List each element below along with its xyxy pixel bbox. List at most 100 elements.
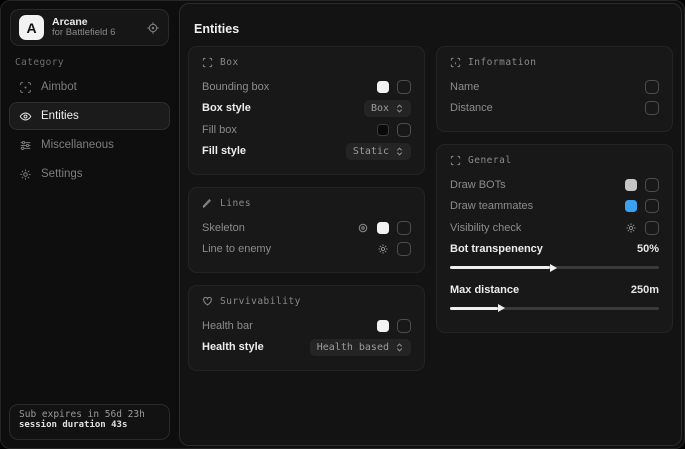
row-line-to-enemy: Line to enemy (202, 239, 411, 261)
panel-header: Information (468, 57, 536, 68)
page-title: Entities (194, 22, 239, 36)
row-label: Box style (202, 102, 251, 114)
row-fill-style: Fill style Static (202, 141, 411, 163)
health-bar-checkbox[interactable] (397, 319, 411, 333)
app-window: A Arcane for Battlefield 6 Category (0, 0, 685, 449)
subscription-info-card: Sub expires in 56d 23h session duration … (9, 404, 170, 440)
sidebar-item-miscellaneous[interactable]: Miscellaneous (9, 131, 170, 159)
crosshair-icon (19, 81, 32, 94)
row-bounding-box: Bounding box (202, 76, 411, 98)
category-label: Category (15, 57, 64, 68)
row-label: Line to enemy (202, 243, 271, 255)
row-label: Fill box (202, 124, 237, 136)
line-to-enemy-checkbox[interactable] (397, 242, 411, 256)
chevrons-up-down-icon (395, 343, 404, 352)
app-logo: A (19, 15, 44, 40)
row-label: Draw BOTs (450, 179, 506, 191)
panel-header: Box (220, 57, 239, 68)
main-panel: Entities Box Bounding box (179, 3, 682, 446)
eye-icon (19, 110, 32, 123)
row-bot-transparency: Bot transpenency 50% (450, 239, 659, 261)
sidebar-item-settings[interactable]: Settings (9, 160, 170, 188)
row-label: Bot transpenency (450, 243, 543, 255)
info-brackets-icon (450, 57, 461, 68)
row-visibility-check: Visibility check (450, 217, 659, 239)
skeleton-checkbox[interactable] (397, 221, 411, 235)
corner-brackets-icon (202, 57, 213, 68)
heart-icon (202, 296, 213, 307)
sidebar-item-entities[interactable]: Entities (9, 102, 170, 130)
sidebar-nav: Aimbot Entities (9, 73, 170, 189)
distance-checkbox[interactable] (645, 101, 659, 115)
panel-header: Survivability (220, 296, 301, 307)
visibility-check-checkbox[interactable] (645, 221, 659, 235)
fill-style-select[interactable]: Static (346, 143, 411, 160)
app-subtitle: for Battlefield 6 (52, 28, 138, 39)
draw-bots-checkbox[interactable] (645, 178, 659, 192)
lines-panel: Lines Skeleton Line to (188, 187, 425, 273)
sidebar-item-aimbot[interactable]: Aimbot (9, 73, 170, 101)
sidebar-item-label: Entities (41, 110, 79, 122)
row-label: Skeleton (202, 222, 245, 234)
session-duration-text: session duration 43s (19, 420, 160, 430)
chevrons-up-down-icon (395, 104, 404, 113)
slider-thumb[interactable] (550, 264, 557, 272)
row-label: Draw teammates (450, 200, 533, 212)
target-settings-icon[interactable] (357, 222, 369, 234)
pencil-line-icon (202, 198, 213, 209)
sidebar: A Arcane for Battlefield 6 Category (1, 1, 178, 448)
row-draw-teammates: Draw teammates (450, 196, 659, 218)
box-style-select[interactable]: Box (364, 100, 411, 117)
row-health-bar: Health bar (202, 315, 411, 337)
select-value: Box (371, 103, 389, 114)
row-draw-bots: Draw BOTs (450, 174, 659, 196)
color-swatch[interactable] (377, 320, 389, 332)
sub-expiry-text: Sub expires in 56d 23h (19, 409, 160, 420)
right-column: Information Name Distance (436, 46, 673, 345)
row-name: Name (450, 76, 659, 98)
row-label: Health bar (202, 320, 253, 332)
row-box-style: Box style Box (202, 98, 411, 120)
chevrons-up-down-icon (395, 147, 404, 156)
max-distance-slider[interactable] (450, 307, 659, 310)
row-max-distance: Max distance 250m (450, 279, 659, 301)
row-skeleton: Skeleton (202, 217, 411, 239)
sidebar-item-label: Miscellaneous (41, 139, 114, 151)
color-swatch[interactable] (377, 124, 389, 136)
crosshair-scan-icon[interactable] (146, 21, 160, 35)
row-label: Max distance (450, 284, 519, 296)
panel-header: General (468, 155, 512, 166)
name-checkbox[interactable] (645, 80, 659, 94)
row-label: Fill style (202, 145, 246, 157)
left-column: Box Bounding box Box style Box (188, 46, 425, 383)
health-style-select[interactable]: Health based (310, 339, 411, 356)
slider-thumb[interactable] (498, 304, 505, 312)
draw-teammates-checkbox[interactable] (645, 199, 659, 213)
sidebar-item-label: Aimbot (41, 81, 77, 93)
color-swatch[interactable] (625, 200, 637, 212)
information-panel: Information Name Distance (436, 46, 673, 132)
sidebar-item-label: Settings (41, 168, 83, 180)
general-panel: General Draw BOTs Draw teammates (436, 144, 673, 333)
bot-transparency-slider[interactable] (450, 266, 659, 269)
row-fill-box: Fill box (202, 119, 411, 141)
app-header-card: A Arcane for Battlefield 6 (10, 9, 169, 46)
color-swatch[interactable] (377, 222, 389, 234)
bot-transparency-value: 50% (637, 243, 659, 255)
box-panel: Box Bounding box Box style Box (188, 46, 425, 175)
bounding-box-checkbox[interactable] (397, 80, 411, 94)
color-swatch[interactable] (625, 179, 637, 191)
fill-box-checkbox[interactable] (397, 123, 411, 137)
select-value: Static (353, 146, 389, 157)
row-label: Health style (202, 341, 264, 353)
max-distance-value: 250m (631, 284, 659, 296)
gear-icon (19, 168, 32, 181)
row-label: Name (450, 81, 479, 93)
survivability-panel: Survivability Health bar Health style He… (188, 285, 425, 371)
row-label: Bounding box (202, 81, 269, 93)
gear-icon[interactable] (377, 243, 389, 255)
sliders-icon (19, 139, 32, 152)
color-swatch[interactable] (377, 81, 389, 93)
panel-header: Lines (220, 198, 251, 209)
gear-icon[interactable] (625, 222, 637, 234)
